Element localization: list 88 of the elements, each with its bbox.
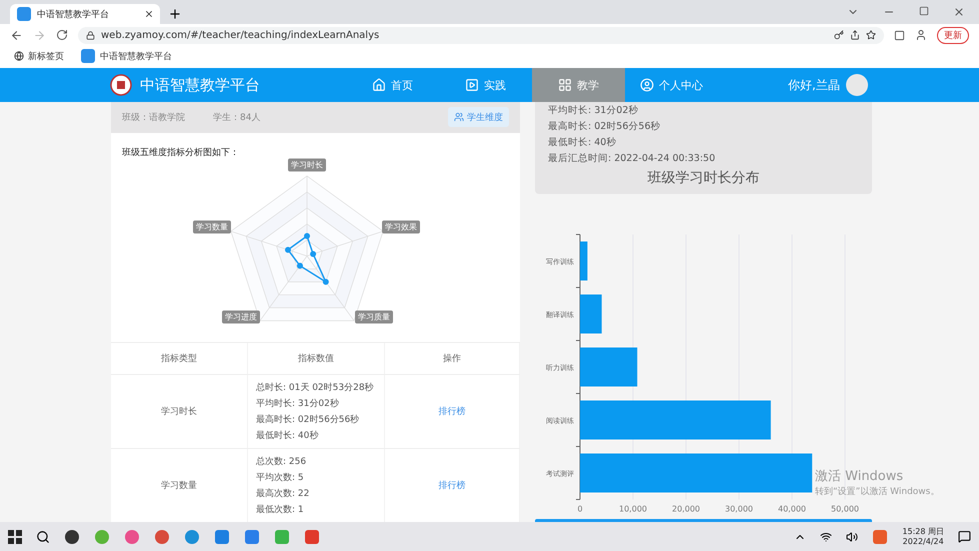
windows-start-icon[interactable] xyxy=(8,530,22,544)
stat-line: 最高时长: 02时56分56秒 xyxy=(548,120,662,133)
activation-hint: 转到“设置”以激活 Windows。 xyxy=(815,486,940,498)
new-tab-icon[interactable] xyxy=(168,7,182,21)
address-bar[interactable]: web.zyamoy.com/#/teacher/teaching/indexLearnAnalys xyxy=(78,26,884,44)
share-icon[interactable] xyxy=(850,30,860,40)
axis-label: 学习质量 xyxy=(355,310,393,324)
tick-label: 40,000 xyxy=(778,504,806,514)
back-icon[interactable] xyxy=(10,28,23,42)
globe-icon xyxy=(14,51,24,61)
radar-line xyxy=(286,234,328,284)
nav-tab[interactable]: 教学 xyxy=(532,68,625,102)
student-dimension-button[interactable]: 学生维度 xyxy=(448,107,509,128)
reload-icon[interactable] xyxy=(56,29,68,41)
tick-label: 50,000 xyxy=(831,504,859,514)
stat-line: 最后汇总时间: 2022-04-24 00:33:50 xyxy=(548,152,716,165)
activation-title: 激活 Windows xyxy=(815,468,904,485)
table-cell-text: 最高次数: 22 xyxy=(256,488,310,500)
table-cell-text: 平均时长: 31分02秒 xyxy=(256,398,340,410)
bar xyxy=(580,242,588,281)
profile-icon[interactable] xyxy=(915,29,927,41)
site-icon[interactable] xyxy=(80,48,96,64)
table-cell-text: 总时长: 01天 02时53分28秒 xyxy=(256,382,375,394)
update-button[interactable]: 更新 xyxy=(937,26,969,44)
network-icon[interactable] xyxy=(820,530,832,542)
input-method-icon[interactable] xyxy=(872,528,888,544)
bookmark-link[interactable]: 中语智慧教学平台 xyxy=(80,48,172,64)
browser-icon[interactable] xyxy=(184,528,200,544)
data-point xyxy=(284,246,291,253)
tick-label: 30,000 xyxy=(725,504,753,514)
lock-icon xyxy=(86,30,95,40)
class-label: 班级：语教学院 xyxy=(122,112,185,124)
key-icon[interactable] xyxy=(834,30,844,40)
table-cell-text: 最低次数: 1 xyxy=(256,504,305,516)
bookmark-link[interactable]: 新标签页 xyxy=(14,50,64,62)
stat-line: 平均时长: 31分02秒 xyxy=(548,104,640,117)
office-icon[interactable] xyxy=(304,528,320,544)
axis-label: 学习数量 xyxy=(193,220,231,234)
nav-tab[interactable]: 个人中心 xyxy=(625,68,718,102)
site-icon[interactable] xyxy=(16,6,32,22)
close-icon[interactable] xyxy=(144,9,154,19)
bar xyxy=(580,294,602,334)
table-cell-text: 总次数: 256 xyxy=(256,456,308,468)
play-icon xyxy=(465,78,479,92)
data-point xyxy=(322,278,329,285)
data-point xyxy=(296,262,303,269)
app-icon[interactable] xyxy=(64,528,80,544)
tick-label: 0 xyxy=(577,504,583,514)
ranking-link[interactable]: 排行榜 xyxy=(438,479,466,492)
greeting: 你好,兰晶 xyxy=(788,76,840,94)
user-icon xyxy=(640,78,654,92)
axis-label: 学习效果 xyxy=(382,220,420,234)
ranking-link[interactable]: 排行榜 xyxy=(438,405,466,418)
column-header: 指标类型 xyxy=(111,343,248,374)
browser-tab[interactable]: 中语智慧教学平台 xyxy=(10,4,160,24)
stat-line: 最低时长: 40秒 xyxy=(548,136,618,149)
clock[interactable]: 15:28 周日 2022/4/24 xyxy=(902,526,944,546)
search-icon[interactable] xyxy=(36,530,50,544)
student-count: 学生：84人 xyxy=(213,112,260,124)
table-cell-text: 最低时长: 40秒 xyxy=(256,430,320,442)
column-header: 指标数值 xyxy=(248,343,385,374)
bar xyxy=(580,348,638,387)
notification-icon[interactable] xyxy=(958,530,971,543)
table-cell: 学习时长 xyxy=(111,375,248,448)
column-header: 操作 xyxy=(385,343,520,374)
table-cell-text: 最高时长: 02时56分56秒 xyxy=(256,414,360,426)
tick-label: 20,000 xyxy=(672,504,700,514)
logo-icon xyxy=(110,74,132,96)
browser-icon[interactable] xyxy=(124,528,140,544)
users-icon xyxy=(454,112,464,122)
home-icon xyxy=(372,78,386,92)
volume-icon[interactable] xyxy=(846,530,858,542)
nav-tab[interactable]: 实践 xyxy=(439,68,532,102)
site-title: 中语智慧教学平台 xyxy=(140,76,260,94)
data-point xyxy=(304,232,310,239)
data-point xyxy=(310,250,316,257)
grid-icon xyxy=(558,78,572,92)
bookmark-star-icon[interactable] xyxy=(866,30,876,40)
sidebar-icon[interactable] xyxy=(894,30,905,40)
maximize-icon[interactable] xyxy=(919,6,929,16)
browser-icon[interactable] xyxy=(154,528,170,544)
nav-tab[interactable]: 首页 xyxy=(346,68,439,102)
axis-label: 学习时长 xyxy=(288,158,326,172)
chart-caption: 班级五维度指标分析图如下： xyxy=(121,146,240,159)
axis-label: 学习进度 xyxy=(222,310,260,324)
tick-label: 10,000 xyxy=(619,504,647,514)
table-cell-text: 平均次数: 5 xyxy=(256,472,305,484)
chart-title: 班级学习时长分布 xyxy=(646,169,760,187)
